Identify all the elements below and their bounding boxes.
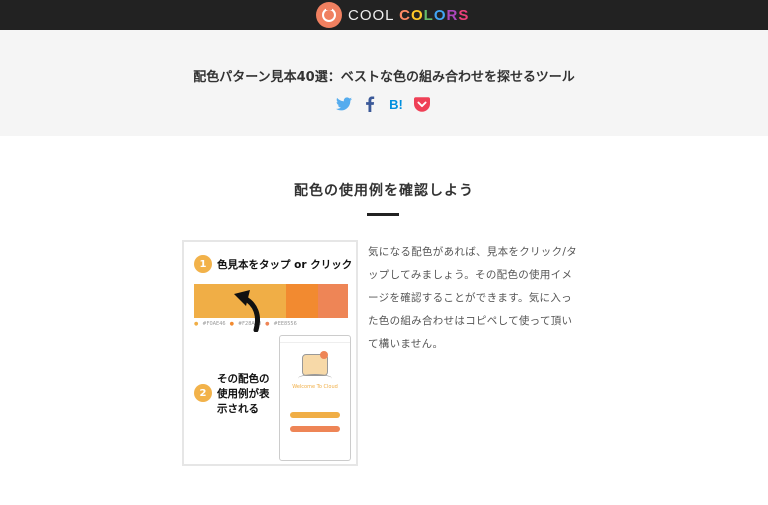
hatena-bookmark-icon[interactable]: B! — [388, 96, 404, 112]
phone-badge-icon — [320, 351, 328, 359]
section-title: 配色の使用例を確認しよう — [294, 183, 474, 199]
top-bar: COOL COLORS — [0, 0, 768, 30]
logo-letter: S — [458, 6, 470, 24]
swatch-code-3: #EE8556 — [273, 321, 297, 327]
logo-letter: L — [423, 6, 434, 24]
section-description: 気になる配色があれば、見本をクリック/タップしてみましょう。その配色の使用イメー… — [368, 246, 578, 350]
step-1-number: 1 — [194, 255, 212, 273]
logo-text: COOL COLORS — [348, 7, 469, 24]
usage-illustration: 1 色見本をタップ or クリック ● #F0AE46 ● #F28A30 ● #EE… — [182, 240, 358, 466]
share-buttons: B! — [336, 96, 430, 112]
site-logo[interactable]: COOL COLORS — [316, 2, 469, 28]
logo-text-colors: COLORS — [399, 7, 469, 24]
phone-button-2 — [290, 426, 340, 432]
pointer-arrow-icon — [234, 290, 260, 332]
step-2: 2 その配色の使用例が表示される — [194, 372, 279, 417]
step-2-number: 2 — [194, 384, 212, 402]
logo-letter: R — [446, 6, 459, 24]
step-2-label: その配色の使用例が表示される — [217, 373, 270, 415]
logo-letter: O — [433, 6, 447, 24]
phone-cloud-icon — [298, 374, 332, 383]
logo-mark-icon — [316, 2, 342, 28]
phone-button-1 — [290, 412, 340, 418]
twitter-icon[interactable] — [336, 96, 352, 112]
phone-welcome-text: Welcome To Cloud — [292, 384, 338, 390]
logo-text-cool: COOL — [348, 6, 394, 24]
page-title: 配色パターン見本40選：ベストな色の組み合わせを探せるツール — [193, 70, 575, 85]
section-title-underline — [367, 213, 399, 216]
pocket-icon[interactable] — [414, 96, 430, 112]
facebook-icon[interactable] — [362, 96, 378, 112]
swatch-color-3 — [318, 284, 348, 318]
logo-letter: C — [399, 6, 411, 24]
step-1: 1 色見本をタップ or クリック — [194, 255, 352, 273]
logo-letter: O — [410, 6, 424, 24]
swatch-color-2 — [286, 284, 318, 318]
hatena-label: B! — [389, 96, 403, 112]
step-1-label: 色見本をタップ or クリック — [217, 258, 353, 271]
swatch-code-1: #F0AE46 — [202, 321, 226, 327]
phone-preview: Welcome To Cloud — [279, 335, 351, 461]
phone-status-bar — [280, 336, 350, 343]
article-header: 配色パターン見本40選：ベストな色の組み合わせを探せるツール B! — [0, 30, 768, 136]
